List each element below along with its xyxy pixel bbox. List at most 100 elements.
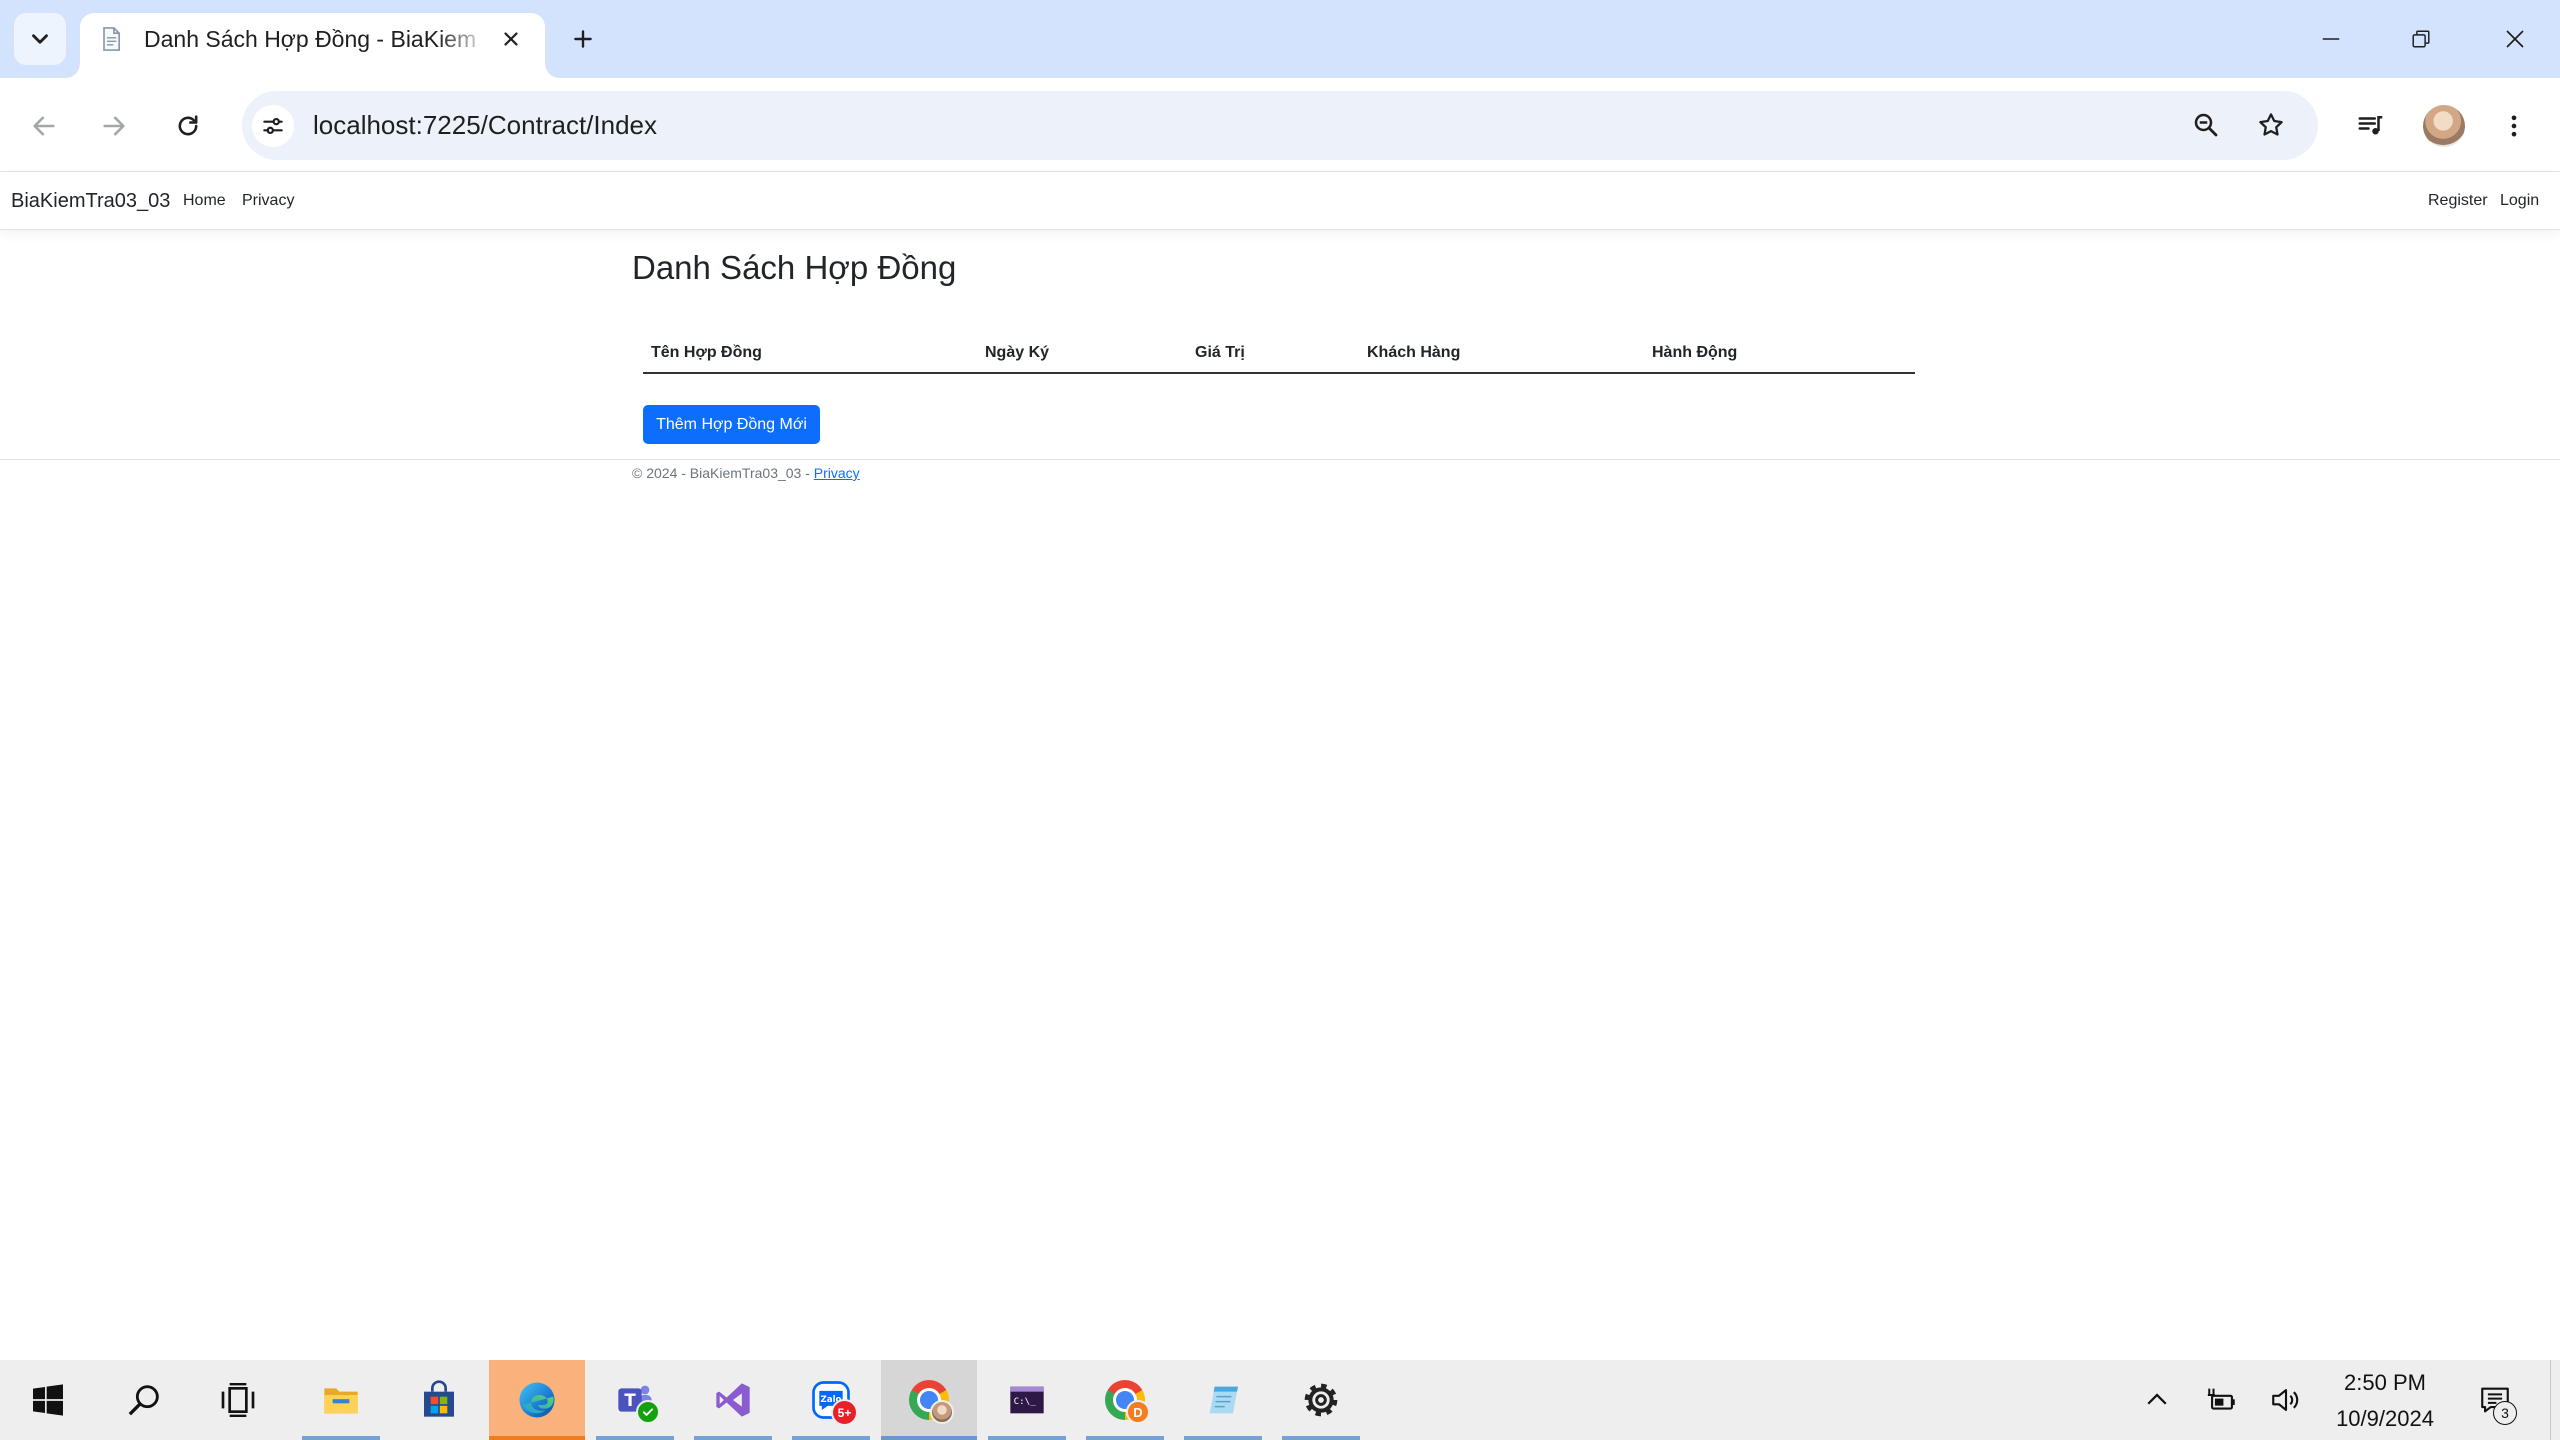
show-desktop-button[interactable] — [2550, 1360, 2551, 1440]
running-indicator — [302, 1436, 380, 1440]
search-button[interactable] — [96, 1360, 192, 1440]
clock-time: 2:50 PM — [2344, 1370, 2426, 1395]
site-navbar: BiaKiemTra03_03 Home Privacy Register Lo… — [0, 172, 2560, 230]
nav-link-register[interactable]: Register — [2428, 172, 2488, 230]
forward-button[interactable] — [92, 104, 136, 148]
menu-button[interactable] — [2492, 104, 2536, 148]
minimize-button[interactable] — [2286, 0, 2376, 78]
running-indicator — [988, 1436, 1066, 1440]
power-icon — [2205, 1383, 2239, 1417]
site-footer: © 2024 - BiaKiemTra03_03 - Privacy — [632, 463, 860, 483]
taskbar-edge[interactable] — [489, 1360, 585, 1440]
column-header-customer: Khách Hàng — [1359, 334, 1644, 374]
taskbar-notepad[interactable] — [1175, 1360, 1271, 1440]
close-icon — [2503, 27, 2527, 51]
column-header-contract-name: Tên Hợp Đồng — [643, 334, 977, 374]
taskbar-clock[interactable]: 2:50 PM 10/9/2024 — [2310, 1360, 2460, 1440]
media-control-button[interactable] — [2349, 104, 2393, 148]
action-center-button[interactable]: 3 — [2468, 1360, 2522, 1440]
taskbar-terminal[interactable]: C:\_ — [979, 1360, 1075, 1440]
notepad-icon — [1203, 1380, 1243, 1420]
windows-start-icon — [28, 1380, 68, 1420]
browser-tab-strip: Danh Sách Hợp Đồng - BiaKiem — [0, 0, 2560, 78]
volume-control[interactable] — [2259, 1360, 2313, 1440]
task-view-icon — [218, 1380, 258, 1420]
column-header-sign-date: Ngày Ký — [977, 334, 1187, 374]
attention-indicator — [489, 1436, 585, 1440]
star-icon[interactable] — [2251, 105, 2291, 145]
close-icon[interactable] — [495, 23, 527, 55]
url-text[interactable]: localhost:7225/Contract/Index — [313, 91, 657, 160]
close-window-button[interactable] — [2469, 0, 2560, 78]
reload-icon — [174, 112, 202, 140]
table-header: Tên Hợp Đồng Ngày Ký Giá Trị Khách Hàng … — [643, 334, 1915, 374]
add-contract-button[interactable]: Thêm Hợp Đồng Mới — [643, 405, 820, 444]
back-arrow-icon — [30, 112, 58, 140]
nav-link-home[interactable]: Home — [183, 172, 226, 230]
unread-badge: 5+ — [831, 1399, 858, 1426]
taskbar-visual-studio[interactable] — [685, 1360, 781, 1440]
running-indicator — [694, 1436, 772, 1440]
footer-copyright: © 2024 - BiaKiemTra03_03 - — [632, 465, 814, 481]
column-header-actions: Hành Động — [1644, 334, 1915, 374]
table-header-row: Tên Hợp Đồng Ngày Ký Giá Trị Khách Hàng … — [643, 334, 1915, 374]
volume-icon — [2269, 1383, 2303, 1417]
terminal-icon: C:\_ — [1007, 1380, 1047, 1420]
zoom-out-icon[interactable] — [2186, 105, 2226, 145]
chevron-down-icon — [27, 26, 53, 52]
browser-toolbar: localhost:7225/Contract/Index — [0, 78, 2560, 172]
start-button[interactable] — [0, 1360, 96, 1440]
notification-count-badge: 3 — [2493, 1401, 2517, 1425]
plus-icon — [570, 26, 596, 52]
taskbar-settings[interactable] — [1273, 1360, 1369, 1440]
media-control-icon — [2356, 111, 2386, 141]
file-explorer-icon — [321, 1380, 361, 1420]
tune-icon — [260, 113, 286, 139]
taskbar-teams[interactable]: T — [587, 1360, 683, 1440]
taskbar-file-explorer[interactable] — [293, 1360, 389, 1440]
active-tab[interactable]: Danh Sách Hợp Đồng - BiaKiem — [66, 13, 559, 78]
svg-text:C:\_: C:\_ — [1014, 1396, 1037, 1407]
running-indicator — [792, 1436, 870, 1440]
profile-badge: D — [1126, 1400, 1150, 1424]
show-hidden-icons-button[interactable] — [2130, 1360, 2184, 1440]
back-button[interactable] — [22, 104, 66, 148]
restore-button[interactable] — [2376, 0, 2466, 78]
site-info-button[interactable] — [252, 105, 294, 147]
footer-privacy-link[interactable]: Privacy — [814, 465, 860, 481]
task-view-button[interactable] — [190, 1360, 286, 1440]
status-check-icon — [636, 1400, 660, 1424]
running-indicator — [596, 1436, 674, 1440]
svg-text:T: T — [624, 1391, 636, 1410]
edge-icon — [517, 1380, 557, 1420]
taskbar-chrome[interactable] — [881, 1360, 977, 1440]
forward-arrow-icon — [100, 112, 128, 140]
running-indicator — [1282, 1436, 1360, 1440]
nav-link-login[interactable]: Login — [2500, 172, 2539, 230]
profile-avatar[interactable] — [2423, 105, 2465, 147]
running-indicator — [1086, 1436, 1164, 1440]
active-indicator — [881, 1436, 977, 1440]
document-icon — [97, 25, 125, 53]
nav-link-privacy[interactable]: Privacy — [242, 172, 294, 230]
power-status[interactable] — [2195, 1360, 2249, 1440]
site-brand[interactable]: BiaKiemTra03_03 — [11, 172, 170, 230]
column-header-value: Giá Trị — [1187, 334, 1359, 374]
running-indicator — [1184, 1436, 1262, 1440]
new-tab-button[interactable] — [561, 17, 605, 61]
taskbar-chrome-profile[interactable]: D — [1077, 1360, 1173, 1440]
search-icon — [124, 1380, 164, 1420]
footer-divider — [0, 459, 2560, 460]
clock-date: 10/9/2024 — [2336, 1406, 2434, 1431]
microsoft-store-icon — [419, 1380, 459, 1420]
reload-button[interactable] — [166, 104, 210, 148]
more-vert-icon — [2500, 112, 2528, 140]
restore-icon — [2410, 28, 2432, 50]
tab-search-button[interactable] — [14, 13, 66, 65]
tab-title: Danh Sách Hợp Đồng - BiaKiem — [144, 26, 477, 52]
address-bar[interactable]: localhost:7225/Contract/Index — [242, 91, 2318, 160]
profile-avatar — [930, 1400, 954, 1424]
taskbar-zalo[interactable]: Zalo 5+ — [783, 1360, 879, 1440]
taskbar-microsoft-store[interactable] — [391, 1360, 487, 1440]
chevron-up-icon — [2142, 1385, 2172, 1415]
